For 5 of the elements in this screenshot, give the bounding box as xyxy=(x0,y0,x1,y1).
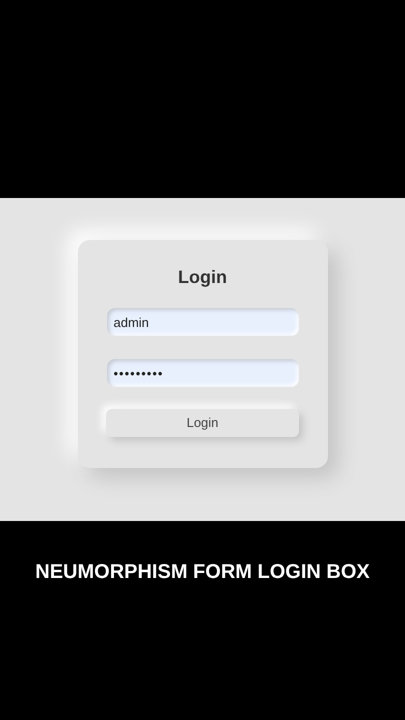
password-field[interactable]: ••••••••• xyxy=(106,359,298,387)
video-caption: NEUMORPHISM FORM LOGIN BOX xyxy=(35,560,370,585)
card-title: Login xyxy=(178,266,227,288)
login-button[interactable]: Login xyxy=(106,409,299,437)
username-field[interactable]: admin xyxy=(106,308,298,336)
